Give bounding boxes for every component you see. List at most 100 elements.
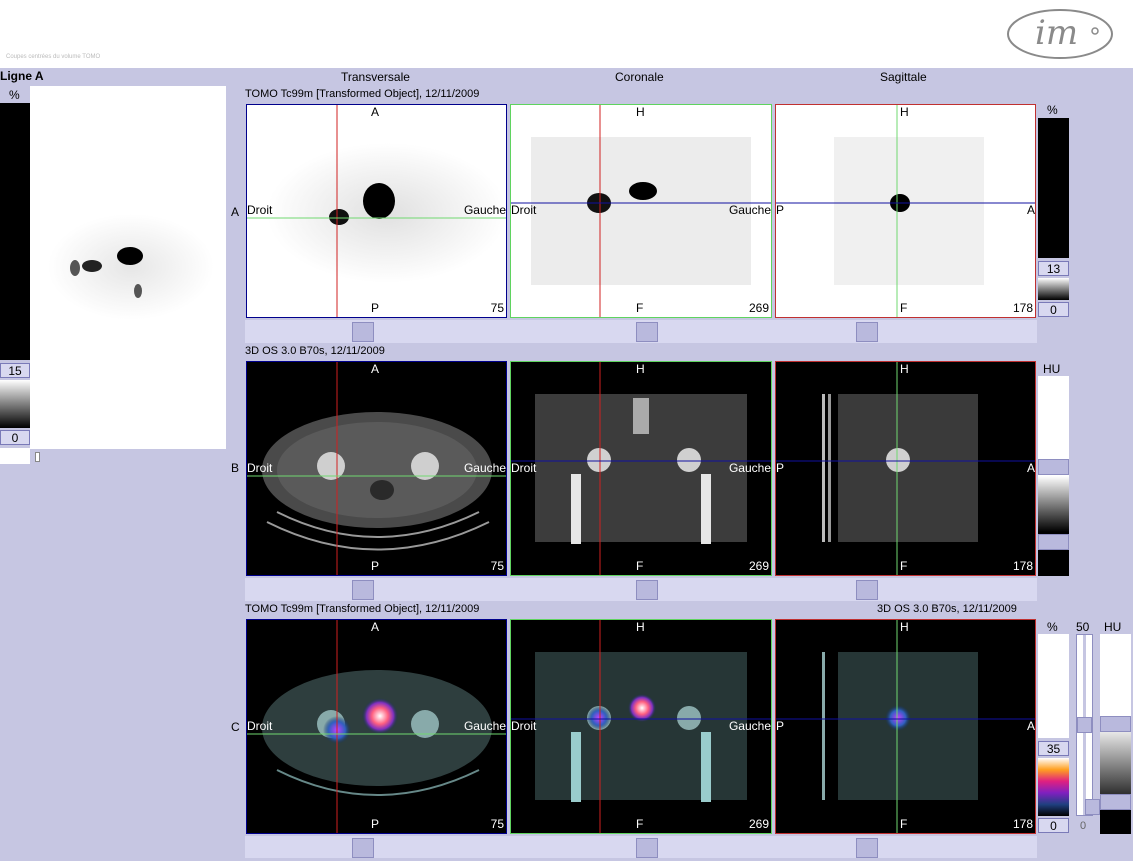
orient-foot: F bbox=[900, 301, 908, 315]
orient-foot: F bbox=[636, 817, 644, 831]
left-gray-ramp bbox=[0, 380, 30, 428]
row-a-scale-max[interactable]: 13 bbox=[1038, 261, 1069, 276]
orient-posterior: P bbox=[776, 203, 785, 217]
orient-right: Droit bbox=[511, 461, 537, 475]
viewport-c-coronal[interactable]: H F Droit Gauche 269 bbox=[510, 619, 772, 834]
column-header-transverse: Transversale bbox=[341, 70, 410, 84]
orient-posterior: P bbox=[371, 817, 380, 831]
orient-right: Droit bbox=[247, 203, 273, 217]
viewport-a-sagittal[interactable]: H F P A 178 bbox=[775, 104, 1036, 318]
slider-b-sagittal[interactable] bbox=[856, 580, 878, 600]
row-b-scale-unit: HU bbox=[1043, 362, 1061, 376]
row-b-window-top-handle[interactable] bbox=[1038, 459, 1069, 475]
orient-foot: F bbox=[636, 301, 644, 315]
ct-sagittal-image bbox=[776, 362, 1035, 575]
orient-left: Gauche bbox=[463, 719, 506, 733]
row-a-label: A bbox=[231, 205, 240, 219]
svg-text:im: im bbox=[1035, 13, 1078, 53]
window-caption: Coupes centrées du volume TOMO bbox=[6, 54, 101, 60]
column-header-sagittal: Sagittale bbox=[880, 70, 927, 84]
orient-head: H bbox=[636, 105, 645, 119]
im-logo: im bbox=[1007, 9, 1113, 59]
top-bar bbox=[0, 0, 1133, 68]
row-c-label: C bbox=[231, 720, 240, 734]
viewport-c-transverse[interactable]: A P Droit Gauche 75 bbox=[246, 619, 507, 834]
row-c-window-bottom-handle[interactable] bbox=[1100, 794, 1131, 810]
panel-title: Ligne A bbox=[0, 69, 44, 83]
orient-foot: F bbox=[900, 559, 908, 573]
viewport-a-coronal[interactable]: H F Droit Gauche 269 bbox=[510, 104, 772, 318]
row-c-scale-max[interactable]: 35 bbox=[1038, 741, 1069, 756]
viewport-b-transverse[interactable]: A P Droit Gauche 75 bbox=[246, 361, 507, 576]
slice-number: 75 bbox=[490, 559, 504, 573]
viewport-b-sagittal[interactable]: H F P A 178 bbox=[775, 361, 1036, 576]
row-a-gray-ramp bbox=[1038, 278, 1069, 300]
mip-viewport[interactable] bbox=[30, 86, 226, 449]
left-color-scale[interactable] bbox=[0, 103, 30, 360]
left-scale-min[interactable]: 0 bbox=[0, 430, 30, 445]
orient-right: Droit bbox=[247, 461, 273, 475]
slider-b-coronal[interactable] bbox=[636, 580, 658, 600]
left-slider-handle[interactable] bbox=[35, 452, 40, 462]
spect-sagittal-image bbox=[776, 105, 1035, 317]
column-header-coronal: Coronale bbox=[615, 70, 664, 84]
fusion-mix-slider[interactable] bbox=[1076, 634, 1100, 816]
row-b-series-title: 3D OS 3.0 B70s, 12/11/2009 bbox=[245, 345, 385, 357]
orient-right: Droit bbox=[511, 719, 537, 733]
orient-foot: F bbox=[900, 817, 908, 831]
fusion-mix-handle-top[interactable] bbox=[1077, 717, 1092, 733]
orient-anterior: A bbox=[1026, 719, 1035, 733]
slice-number: 269 bbox=[748, 817, 769, 831]
left-bottom-box bbox=[0, 448, 30, 464]
row-c-hot-ramp bbox=[1038, 758, 1069, 816]
left-scale-max[interactable]: 15 bbox=[0, 363, 30, 378]
orient-head: H bbox=[900, 362, 909, 376]
row-c-scale-min[interactable]: 0 bbox=[1038, 818, 1069, 833]
slider-a-transverse[interactable] bbox=[352, 322, 374, 342]
orient-left: Gauche bbox=[728, 461, 771, 475]
slice-number: 269 bbox=[748, 559, 769, 573]
viewport-a-transverse[interactable]: A P Droit Gauche 75 bbox=[246, 104, 507, 318]
orient-anterior: A bbox=[371, 362, 380, 376]
orient-anterior: A bbox=[371, 620, 380, 634]
slice-number: 178 bbox=[1012, 817, 1033, 831]
slice-number: 75 bbox=[490, 301, 504, 315]
slice-number: 269 bbox=[748, 301, 769, 315]
orient-left: Gauche bbox=[728, 719, 771, 733]
orient-head: H bbox=[636, 620, 645, 634]
orient-left: Gauche bbox=[463, 203, 506, 217]
slider-b-transverse[interactable] bbox=[352, 580, 374, 600]
row-c-series-title-right: 3D OS 3.0 B70s, 12/11/2009 bbox=[877, 603, 1017, 615]
row-b-label: B bbox=[231, 461, 240, 475]
row-a-color-scale[interactable] bbox=[1038, 118, 1069, 258]
row-a-scale-unit: % bbox=[1047, 103, 1058, 117]
slice-number: 178 bbox=[1012, 301, 1033, 315]
orient-anterior: A bbox=[1026, 461, 1035, 475]
row-c-scale-unit: % bbox=[1047, 620, 1058, 634]
orient-head: H bbox=[900, 105, 909, 119]
orient-head: H bbox=[900, 620, 909, 634]
row-c-window-top-handle[interactable] bbox=[1100, 716, 1131, 732]
orient-anterior: A bbox=[1026, 203, 1035, 217]
slider-a-sagittal[interactable] bbox=[856, 322, 878, 342]
row-b-window-bottom-handle[interactable] bbox=[1038, 534, 1069, 550]
orient-posterior: P bbox=[371, 301, 380, 315]
orient-foot: F bbox=[636, 559, 644, 573]
row-c-hu-unit: HU bbox=[1104, 620, 1122, 634]
left-scale-unit: % bbox=[9, 88, 20, 102]
slider-a-coronal[interactable] bbox=[636, 322, 658, 342]
fusion-mix-handle-bottom[interactable] bbox=[1085, 799, 1100, 815]
fusion-mix-value: 50 bbox=[1076, 620, 1090, 634]
slider-c-transverse[interactable] bbox=[352, 838, 374, 858]
slider-c-coronal[interactable] bbox=[636, 838, 658, 858]
viewport-c-sagittal[interactable]: H F P A 178 bbox=[775, 619, 1036, 834]
row-c-color-scale[interactable] bbox=[1038, 634, 1069, 738]
fusion-sagittal-image bbox=[776, 620, 1035, 833]
viewport-b-coronal[interactable]: H F Droit Gauche 269 bbox=[510, 361, 772, 576]
slider-c-sagittal[interactable] bbox=[856, 838, 878, 858]
row-a-scale-min[interactable]: 0 bbox=[1038, 302, 1069, 317]
fusion-mix-min: 0 bbox=[1080, 820, 1087, 832]
mip-image bbox=[48, 214, 214, 320]
row-c-series-title-left: TOMO Tc99m [Transformed Object], 12/11/2… bbox=[245, 603, 480, 615]
slice-number: 178 bbox=[1012, 559, 1033, 573]
